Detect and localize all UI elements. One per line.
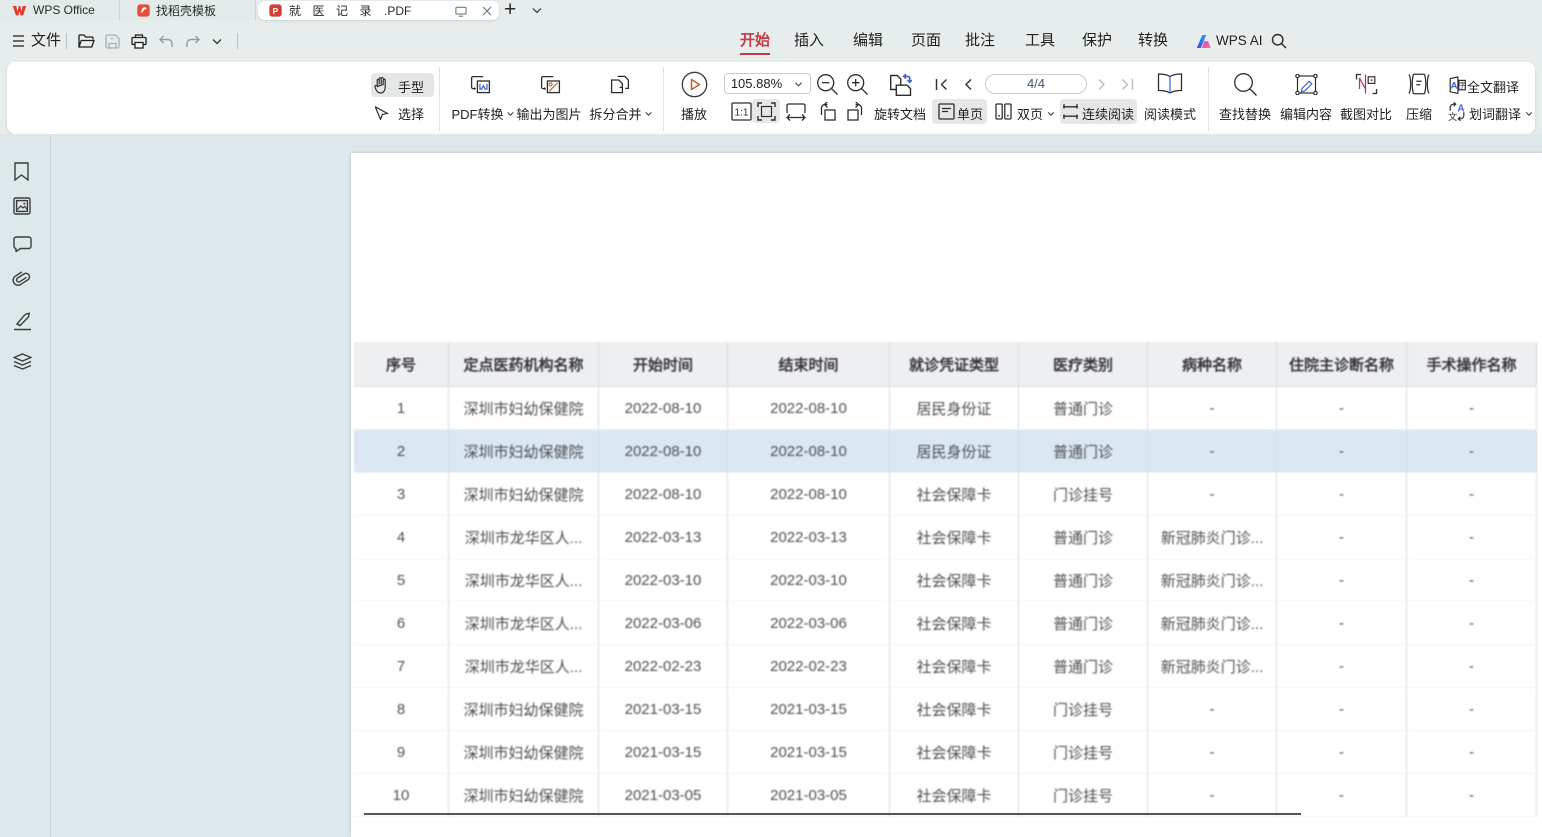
svg-text:P: P xyxy=(273,6,279,16)
svg-text:A: A xyxy=(1451,81,1458,92)
svg-text:字: 字 xyxy=(1459,81,1466,90)
svg-text:1:1: 1:1 xyxy=(735,108,749,119)
svg-text:文: 文 xyxy=(1448,111,1457,121)
